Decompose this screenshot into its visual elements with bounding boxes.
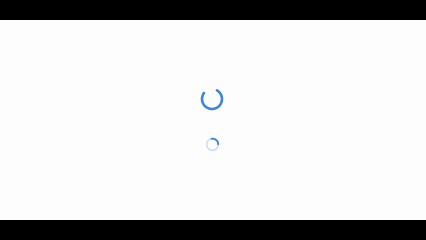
loading-spinner-icon <box>200 87 224 111</box>
letterbox-bottom-bar <box>0 220 426 240</box>
loading-spinner-graphic <box>200 87 224 111</box>
video-frame <box>0 0 426 240</box>
loading-spinner-small-graphic <box>205 137 220 152</box>
letterbox-top-bar <box>0 0 426 20</box>
loading-page <box>0 20 426 220</box>
loading-spinner-small-icon <box>205 137 220 152</box>
